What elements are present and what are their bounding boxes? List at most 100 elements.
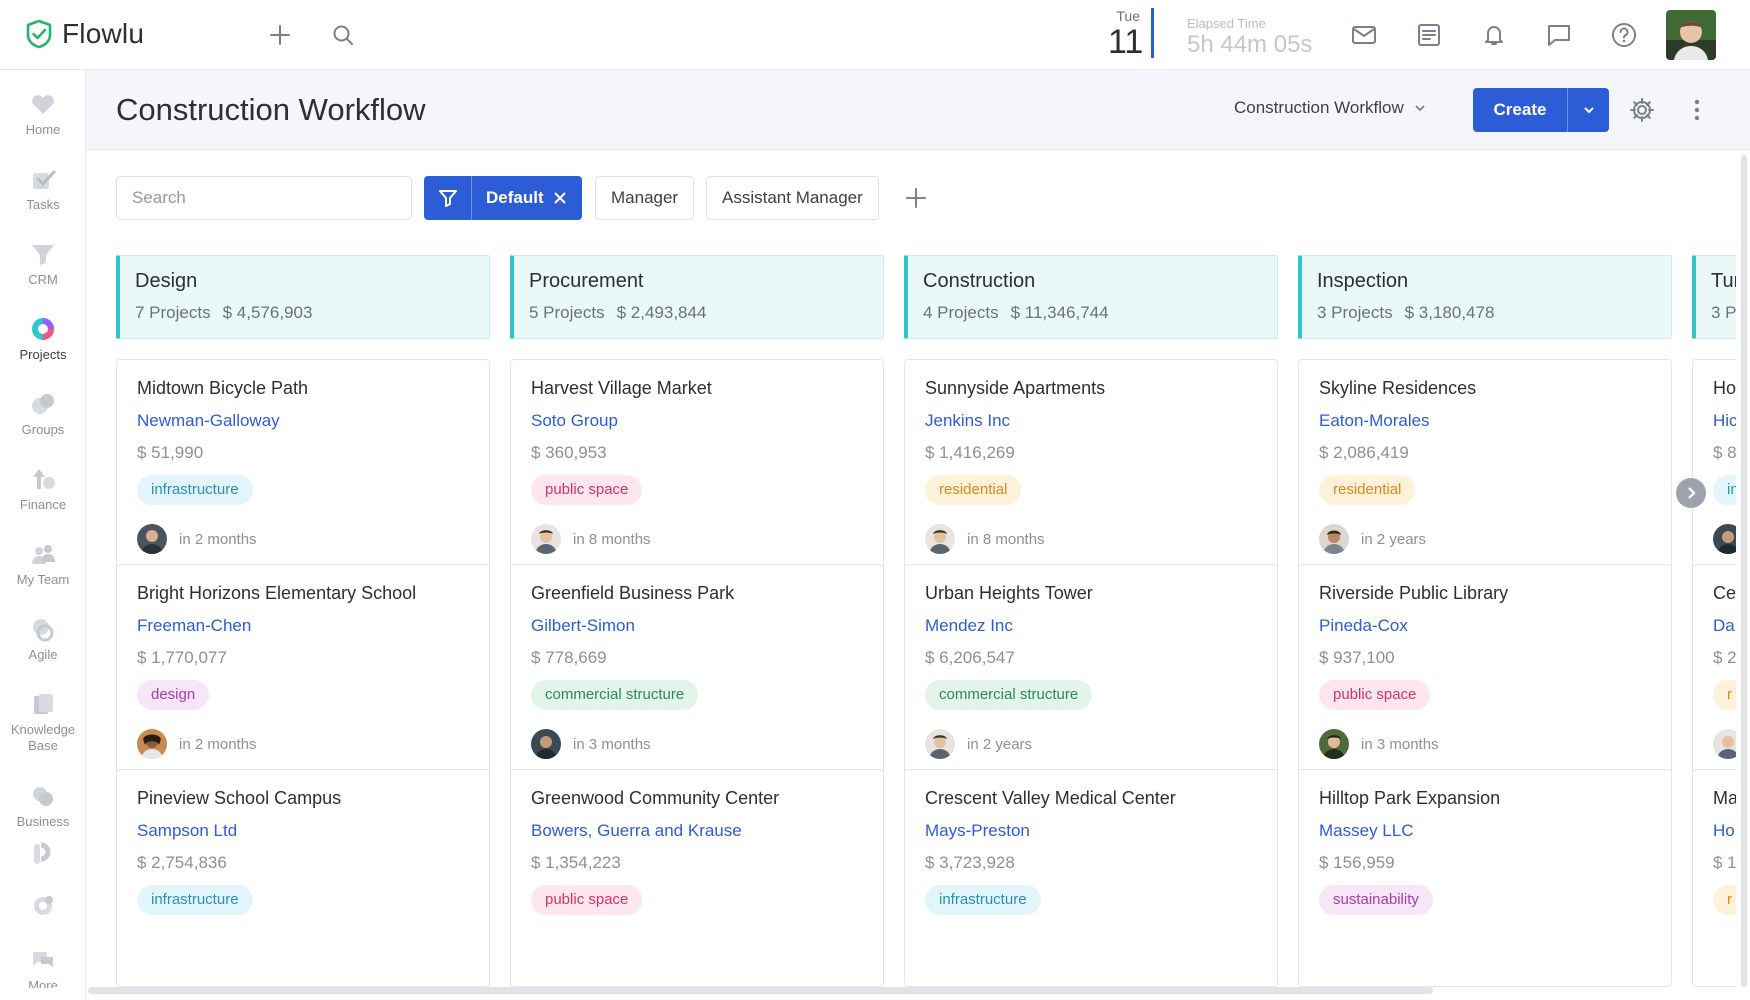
notes-icon[interactable] (1414, 20, 1444, 50)
assignee-avatar[interactable] (1319, 729, 1349, 759)
card-client-link[interactable]: Eaton-Morales (1319, 411, 1671, 431)
chat-icon[interactable] (1544, 20, 1574, 50)
card-client-link[interactable]: Ho (1713, 821, 1736, 841)
card-client-link[interactable]: Mays-Preston (925, 821, 1277, 841)
sidebar-item-knowledge-base[interactable]: Knowledge Base (0, 690, 85, 754)
card-client-link[interactable]: Soto Group (531, 411, 883, 431)
elapsed-timer[interactable]: Elapsed Time 5h 44m 05s (1187, 16, 1312, 59)
assignee-avatar[interactable] (1319, 524, 1349, 554)
sidebar-item-more[interactable]: More (0, 946, 85, 988)
project-card[interactable]: Ma Ho $ 1 r (1692, 769, 1736, 987)
card-due: in 8 months (573, 530, 651, 548)
filter-chip-manager[interactable]: Manager (595, 176, 695, 220)
project-card[interactable]: Riverside Public Library Pineda-Cox $ 93… (1298, 564, 1672, 782)
vertical-scrollbar[interactable] (1741, 155, 1747, 987)
heart-icon (32, 95, 54, 114)
assignee-avatar[interactable] (1713, 729, 1736, 759)
sidebar-item-tasks[interactable]: Tasks (0, 165, 85, 213)
assignee-avatar[interactable] (531, 524, 561, 554)
card-footer: in 3 months (531, 729, 651, 759)
project-card[interactable]: Ce Da $ 2 r (1692, 564, 1736, 782)
project-card[interactable]: Crescent Valley Medical Center Mays-Pres… (904, 769, 1278, 987)
search-input[interactable] (116, 176, 412, 220)
gear-icon[interactable] (1627, 95, 1657, 125)
column-header[interactable]: Inspection 3 Projects $ 3,180,478 (1298, 255, 1672, 339)
add-icon[interactable] (265, 20, 295, 50)
column-header[interactable]: Procurement 5 Projects $ 2,493,844 (510, 255, 884, 339)
card-client-link[interactable]: Gilbert-Simon (531, 616, 883, 636)
add-filter-icon[interactable] (902, 184, 930, 212)
assignee-avatar[interactable] (925, 729, 955, 759)
card-due: in 2 months (179, 530, 257, 548)
card-client-link[interactable]: Freeman-Chen (137, 616, 489, 636)
project-card[interactable]: Ho Hic $ 8 in (1692, 359, 1736, 577)
card-due: in 3 months (1361, 735, 1439, 753)
card-client-link[interactable]: Newman-Galloway (137, 411, 489, 431)
project-card[interactable]: Skyline Residences Eaton-Morales $ 2,086… (1298, 359, 1672, 577)
sidebar-item-my-team[interactable]: My Team (0, 540, 85, 588)
app-logo[interactable]: Flowlu (24, 18, 144, 50)
filter-default-button[interactable]: Default (424, 176, 582, 220)
sidebar-item-label: Knowledge Base (10, 722, 76, 753)
sidebar-item-finance[interactable]: Finance (0, 465, 85, 513)
filter-chip-assistant-manager[interactable]: Assistant Manager (706, 176, 879, 220)
bell-icon[interactable] (1479, 20, 1509, 50)
sidebar-item-agile[interactable]: Agile (0, 615, 85, 663)
card-title: Ma (1713, 788, 1736, 808)
column-header[interactable]: Tur 3 P (1692, 255, 1736, 339)
create-dropdown-toggle[interactable] (1568, 103, 1609, 117)
create-button[interactable]: Create (1473, 88, 1609, 132)
assignee-avatar[interactable] (1713, 524, 1736, 554)
sidebar-item-settings[interactable] (0, 892, 85, 920)
scroll-right-button[interactable] (1676, 478, 1706, 508)
project-card[interactable]: Harvest Village Market Soto Group $ 360,… (510, 359, 884, 577)
close-icon[interactable] (544, 188, 566, 209)
elapsed-value: 5h 44m 05s (1187, 31, 1313, 58)
card-tag: r (1713, 885, 1736, 915)
column-header[interactable]: Design 7 Projects $ 4,576,903 (116, 255, 490, 339)
card-footer: in 8 months (925, 524, 1045, 554)
card-client-link[interactable]: Hic (1713, 411, 1736, 431)
project-card[interactable]: Bright Horizons Elementary School Freema… (116, 564, 490, 782)
card-client-link[interactable]: Pineda-Cox (1319, 616, 1671, 636)
card-tag: residential (1319, 475, 1416, 505)
assignee-avatar[interactable] (531, 729, 561, 759)
sidebar-item-crm[interactable]: CRM (0, 240, 85, 288)
project-card[interactable]: Greenfield Business Park Gilbert-Simon $… (510, 564, 884, 782)
column-total: $ 3,180,478 (1404, 303, 1495, 322)
sidebar-item-label: CRM (28, 272, 58, 287)
project-card[interactable]: Urban Heights Tower Mendez Inc $ 6,206,5… (904, 564, 1278, 782)
horizontal-scrollbar[interactable] (88, 987, 1433, 994)
project-card[interactable]: Greenwood Community Center Bowers, Guerr… (510, 769, 884, 987)
card-title: Harvest Village Market (531, 378, 712, 398)
card-due: in 8 months (967, 530, 1045, 548)
user-avatar[interactable] (1666, 10, 1716, 60)
card-client-link[interactable]: Mendez Inc (925, 616, 1277, 636)
project-card[interactable]: Sunnyside Apartments Jenkins Inc $ 1,416… (904, 359, 1278, 577)
date-widget[interactable]: Tue 11 (1108, 8, 1143, 60)
card-client-link[interactable]: Bowers, Guerra and Krause (531, 821, 883, 841)
sidebar-item-groups[interactable]: Groups (0, 390, 85, 438)
workflow-select[interactable]: Construction Workflow (1234, 98, 1426, 118)
help-icon[interactable] (1609, 20, 1639, 50)
card-client-link[interactable]: Massey LLC (1319, 821, 1671, 841)
project-card[interactable]: Pineview School Campus Sampson Ltd $ 2,7… (116, 769, 490, 987)
sidebar-item-integrations[interactable] (0, 840, 85, 868)
project-card[interactable]: Midtown Bicycle Path Newman-Galloway $ 5… (116, 359, 490, 577)
sidebar-item-projects[interactable]: Projects (0, 315, 85, 363)
card-client-link[interactable]: Jenkins Inc (925, 411, 1277, 431)
sidebar-item-home[interactable]: Home (0, 90, 85, 138)
column-total: $ 4,576,903 (222, 303, 313, 322)
card-footer: in 2 months (137, 524, 257, 554)
column-header[interactable]: Construction 4 Projects $ 11,346,744 (904, 255, 1278, 339)
card-client-link[interactable]: Sampson Ltd (137, 821, 489, 841)
assignee-avatar[interactable] (137, 729, 167, 759)
mail-icon[interactable] (1349, 20, 1379, 50)
search-icon[interactable] (328, 20, 358, 50)
card-client-link[interactable]: Da (1713, 616, 1736, 636)
project-card[interactable]: Hilltop Park Expansion Massey LLC $ 156,… (1298, 769, 1672, 987)
kebab-menu-icon[interactable] (1682, 95, 1712, 125)
sidebar-item-business[interactable]: Business (0, 782, 85, 826)
assignee-avatar[interactable] (925, 524, 955, 554)
assignee-avatar[interactable] (137, 524, 167, 554)
